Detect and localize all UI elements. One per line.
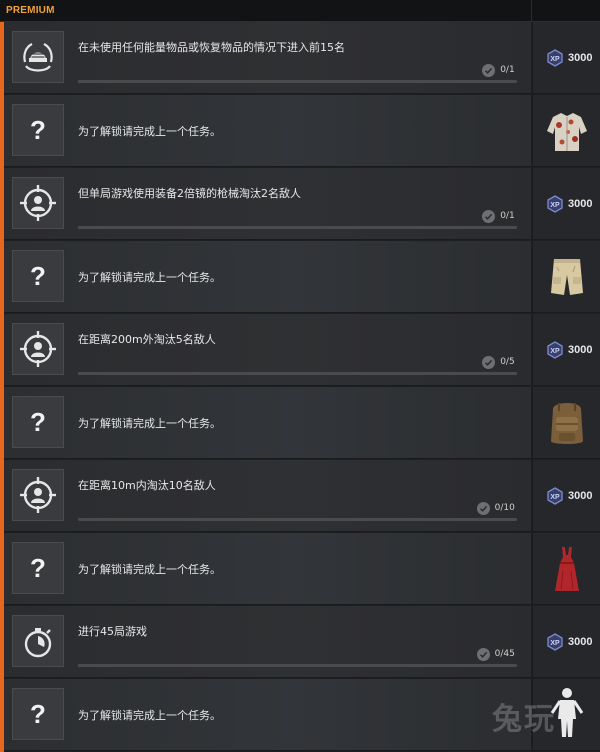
progress-bar <box>78 664 517 667</box>
mission-card[interactable]: 但单局游戏使用装备2倍镜的枪械淘汰2名敌人 0/1 <box>4 168 531 240</box>
mission-description: 在距离200m外淘汰5名敌人 <box>78 333 216 346</box>
mission-description: 在距离10m内淘汰10名敌人 <box>78 479 216 492</box>
progress-count: 0/10 <box>494 503 515 513</box>
mission-row[interactable]: 进行45局游戏 0/45 XP 3000 <box>4 606 600 678</box>
svg-text:XP: XP <box>550 56 560 63</box>
question-mark-icon: ? <box>12 396 64 448</box>
xp-badge-icon: XP <box>546 633 564 651</box>
reward-cell[interactable] <box>532 533 600 605</box>
question-mark-glyph: ? <box>30 261 46 291</box>
question-mark-glyph: ? <box>30 699 46 729</box>
xp-badge-icon: XP <box>546 341 564 359</box>
reward-cell[interactable]: XP 3000 <box>532 314 600 386</box>
check-circle-icon <box>476 502 490 515</box>
progress-bar <box>78 80 517 83</box>
xp-badge-icon: XP <box>546 49 564 67</box>
mission-description: 但单局游戏使用装备2倍镜的枪械淘汰2名敌人 <box>78 187 301 200</box>
mission-card[interactable]: ? 为了解锁请完成上一个任务。 <box>4 387 531 459</box>
question-mark-glyph: ? <box>30 115 46 145</box>
question-mark-glyph: ? <box>30 553 46 583</box>
progress-bar <box>78 226 517 229</box>
site-watermark: 兔玩 <box>492 702 556 737</box>
progress-bar <box>78 518 517 521</box>
reward-cell[interactable] <box>532 241 600 313</box>
svg-text:XP: XP <box>550 640 560 647</box>
locked-mission-text: 为了解锁请完成上一个任务。 <box>78 709 221 722</box>
question-mark-icon: ? <box>12 688 64 740</box>
mission-description: 在未使用任何能量物品或恢复物品的情况下进入前15名 <box>78 41 345 54</box>
mission-row-locked[interactable]: ? 为了解锁请完成上一个任务。 <box>4 95 600 167</box>
mission-card[interactable]: 进行45局游戏 0/45 <box>4 606 531 678</box>
mission-card[interactable]: ? 为了解锁请完成上一个任务。 <box>4 533 531 605</box>
premium-label: PREMIUM <box>6 5 55 16</box>
xp-reward-amount: 3000 <box>568 198 593 210</box>
reward-cell[interactable]: XP 3000 <box>532 606 600 678</box>
progress-count: 0/5 <box>500 357 515 367</box>
question-mark-glyph: ? <box>30 407 46 437</box>
locked-mission-text: 为了解锁请完成上一个任务。 <box>78 417 221 430</box>
progress-count: 0/45 <box>494 649 515 659</box>
locked-mission-text: 为了解锁请完成上一个任务。 <box>78 563 221 576</box>
check-circle-icon <box>482 356 496 369</box>
stopwatch-icon <box>12 615 64 667</box>
mission-row[interactable]: 在未使用任何能量物品或恢复物品的情况下进入前15名 0/1 XP 3000 <box>4 22 600 94</box>
xp-reward-amount: 3000 <box>568 52 593 64</box>
svg-text:XP: XP <box>550 494 560 501</box>
crosshair-person-icon <box>12 469 64 521</box>
question-mark-icon: ? <box>12 542 64 594</box>
progress-count: 0/1 <box>500 211 515 221</box>
mission-card[interactable]: ? 为了解锁请完成上一个任务。 <box>4 241 531 313</box>
check-circle-icon <box>482 210 496 223</box>
locked-mission-text: 为了解锁请完成上一个任务。 <box>78 125 221 138</box>
mission-card[interactable]: ? 为了解锁请完成上一个任务。 <box>4 95 531 167</box>
wreath-helmet-icon <box>12 31 64 83</box>
reward-cell[interactable] <box>532 95 600 167</box>
crosshair-person-icon <box>12 323 64 375</box>
mission-card[interactable]: ? 为了解锁请完成上一个任务。 <box>4 679 531 751</box>
mission-row-locked[interactable]: ? 为了解锁请完成上一个任务。 <box>4 533 600 605</box>
reward-cell[interactable]: XP 3000 <box>532 460 600 532</box>
xp-reward-amount: 3000 <box>568 344 593 356</box>
progress-count: 0/1 <box>500 65 515 75</box>
reward-cell[interactable] <box>532 387 600 459</box>
mission-card[interactable]: 在距离10m内淘汰10名敌人 0/10 <box>4 460 531 532</box>
crosshair-person-icon <box>12 177 64 229</box>
xp-badge-icon: XP <box>546 487 564 505</box>
reward-cell[interactable]: XP 3000 <box>532 168 600 240</box>
premium-header: PREMIUM <box>0 0 600 22</box>
question-mark-icon: ? <box>12 104 64 156</box>
mission-description: 进行45局游戏 <box>78 625 147 638</box>
check-circle-icon <box>482 64 496 77</box>
xp-reward-amount: 3000 <box>568 636 593 648</box>
mission-row[interactable]: 在距离200m外淘汰5名敌人 0/5 XP 3000 <box>4 314 600 386</box>
question-mark-icon: ? <box>12 250 64 302</box>
svg-text:XP: XP <box>550 202 560 209</box>
mission-row[interactable]: 在距离10m内淘汰10名敌人 0/10 XP 3000 <box>4 460 600 532</box>
mission-row-locked[interactable]: ? 为了解锁请完成上一个任务。 <box>4 241 600 313</box>
progress-bar <box>78 372 517 375</box>
mission-row[interactable]: 但单局游戏使用装备2倍镜的枪械淘汰2名敌人 0/1 XP 3000 <box>4 168 600 240</box>
mission-row-locked[interactable]: ? 为了解锁请完成上一个任务。 <box>4 387 600 459</box>
header-divider <box>531 0 532 22</box>
mission-card[interactable]: 在未使用任何能量物品或恢复物品的情况下进入前15名 0/1 <box>4 22 531 94</box>
check-circle-icon <box>476 648 490 661</box>
reward-cell[interactable]: XP 3000 <box>532 22 600 94</box>
mission-panel: PREMIUM 在未使用任何能量物品或恢复物品的情况下进入前15名 0/1 XP 30… <box>0 0 600 752</box>
mission-card[interactable]: 在距离200m外淘汰5名敌人 0/5 <box>4 314 531 386</box>
svg-text:XP: XP <box>550 348 560 355</box>
xp-reward-amount: 3000 <box>568 490 593 502</box>
xp-badge-icon: XP <box>546 195 564 213</box>
locked-mission-text: 为了解锁请完成上一个任务。 <box>78 271 221 284</box>
